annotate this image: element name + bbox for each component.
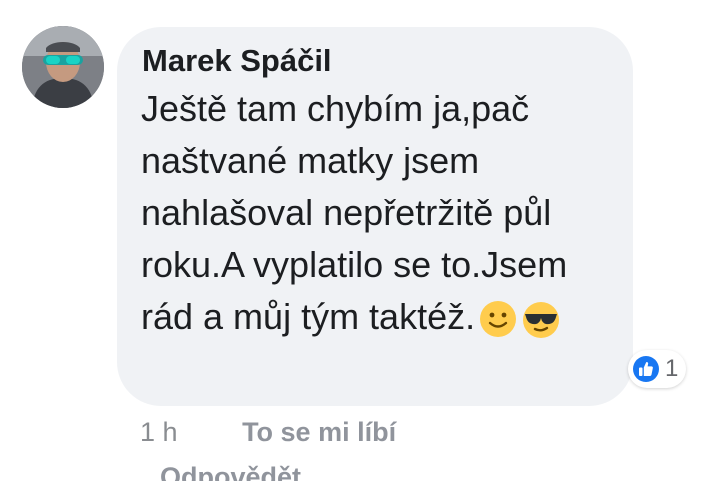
comment-meta: 1 h To se mi líbí	[140, 417, 396, 448]
like-icon	[633, 356, 659, 382]
reaction-badge[interactable]: 1	[628, 350, 687, 388]
reply-button[interactable]: Odpovědět	[160, 462, 301, 481]
comment-author[interactable]: Marek Spáčil	[142, 43, 609, 79]
avatar[interactable]	[22, 26, 104, 108]
comment-text-block: Ještě tam chybím ja,pač naštvané matky j…	[141, 83, 611, 343]
comment-timestamp[interactable]: 1 h	[140, 417, 178, 448]
slightly-smiling-face-icon	[480, 301, 517, 338]
comment-bubble: Marek Spáčil Ještě tam chybím ja,pač naš…	[117, 27, 633, 406]
sunglasses-face-icon	[523, 302, 560, 339]
avatar-image	[22, 26, 104, 108]
reaction-count: 1	[665, 355, 679, 382]
comment: Marek Spáčil Ještě tam chybím ja,pač naš…	[0, 0, 720, 481]
like-button[interactable]: To se mi líbí	[242, 417, 396, 448]
